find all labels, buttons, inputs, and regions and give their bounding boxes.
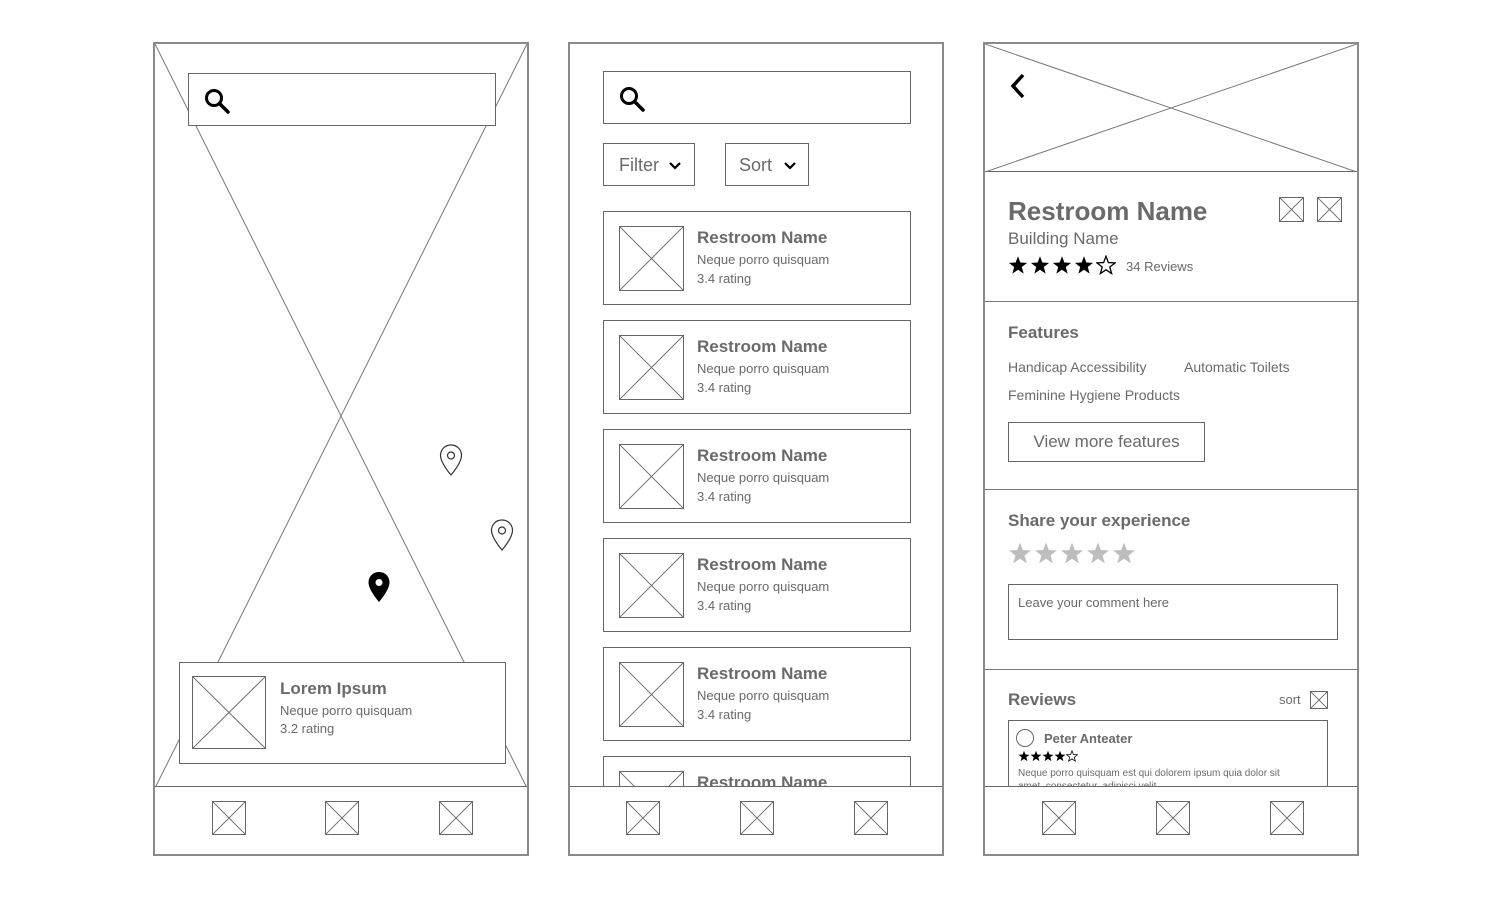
bottom-tab-bar	[985, 786, 1357, 854]
bottom-tab-bar	[570, 786, 942, 854]
reviews-heading: Reviews	[1008, 690, 1077, 709]
bottom-tab-bar	[155, 786, 527, 854]
location-preview-card[interactable]: Lorem Ipsum Neque porro quisquam 3.2 rat…	[179, 662, 506, 764]
map-pin-icon[interactable]	[490, 519, 514, 551]
favorite-icon[interactable]	[1279, 197, 1304, 222]
filter-label: Filter	[619, 155, 659, 175]
image-placeholder-icon	[192, 676, 266, 749]
section-divider	[985, 301, 1357, 302]
tab-icon-2[interactable]	[740, 801, 774, 835]
star-icon	[1074, 256, 1094, 274]
list-item-rating: 3.4 rating	[697, 271, 752, 286]
filter-dropdown[interactable]: Filter	[603, 143, 695, 186]
search-bar[interactable]	[603, 71, 911, 124]
feature-item: Automatic Toilets	[1184, 359, 1290, 375]
back-arrow-icon[interactable]	[1007, 72, 1029, 100]
map-pin-active-icon[interactable]	[367, 571, 391, 603]
list-item-title: Restroom Name	[697, 555, 828, 574]
share-heading: Share your experience	[1008, 511, 1191, 530]
sort-label: Sort	[739, 155, 773, 175]
review-author: Peter Anteater	[1044, 731, 1133, 746]
list-item-rating: 3.4 rating	[697, 380, 752, 395]
feature-item: Feminine Hygiene Products	[1008, 387, 1180, 403]
tab-icon-1[interactable]	[1042, 801, 1076, 835]
list-item-subtitle: Neque porro quisquam	[697, 579, 830, 594]
star-icon[interactable]	[1060, 541, 1084, 565]
list-item-subtitle: Neque porro quisquam	[697, 252, 830, 267]
chevron-down-icon	[669, 162, 681, 170]
card-rating: 3.2 rating	[280, 721, 335, 736]
reviews-count[interactable]: 34 Reviews	[1126, 259, 1193, 274]
section-divider	[985, 489, 1357, 490]
map-pin-icon[interactable]	[439, 444, 463, 476]
search-bar[interactable]	[188, 73, 496, 126]
star-icon	[1030, 750, 1042, 762]
list-item-rating: 3.4 rating	[697, 489, 752, 504]
reviews-sort-label[interactable]: sort	[1279, 692, 1301, 707]
tab-icon-1[interactable]	[212, 801, 246, 835]
hero-image-placeholder	[985, 44, 1357, 172]
comment-placeholder: Leave your comment here	[1018, 595, 1170, 610]
avatar	[1016, 729, 1034, 747]
tab-icon-2[interactable]	[325, 801, 359, 835]
restroom-title: Restroom Name	[1008, 196, 1208, 226]
list-item-title: Restroom Name	[697, 446, 828, 465]
phone-list-screen: Filter Sort Restroom Name Neque porro qu…	[568, 42, 944, 856]
list-item-title: Restroom Name	[697, 337, 828, 356]
search-icon	[620, 87, 645, 112]
features-heading: Features	[1008, 323, 1079, 342]
tab-icon-1[interactable]	[626, 801, 660, 835]
tab-icon-3[interactable]	[1270, 801, 1304, 835]
list-item-title: Restroom Name	[697, 664, 828, 683]
list-item-subtitle: Neque porro quisquam	[697, 688, 830, 703]
chevron-down-icon	[784, 162, 796, 170]
star-icon	[1054, 750, 1066, 762]
star-icon	[1008, 256, 1028, 274]
sort-dropdown[interactable]: Sort	[725, 143, 809, 186]
image-placeholder-icon	[619, 335, 684, 400]
tab-icon-3[interactable]	[854, 801, 888, 835]
list-item-title: Restroom Name	[697, 228, 828, 247]
card-subtitle: Neque porro quisquam	[280, 703, 413, 718]
tab-icon-2[interactable]	[1156, 801, 1190, 835]
list-item-subtitle: Neque porro quisquam	[697, 470, 830, 485]
star-icon	[1018, 750, 1030, 762]
sort-icon[interactable]	[1310, 691, 1328, 709]
list-item[interactable]: Restroom Name Neque porro quisquam 3.4 r…	[603, 429, 911, 523]
star-icon	[1030, 256, 1050, 274]
image-placeholder-icon	[619, 444, 684, 509]
share-icon[interactable]	[1317, 197, 1342, 222]
section-divider	[985, 669, 1357, 670]
list-item[interactable]: Restroom Name Neque porro quisquam 3.4 r…	[603, 320, 911, 414]
phone-map-screen: Lorem Ipsum Neque porro quisquam 3.2 rat…	[153, 42, 529, 856]
image-placeholder-icon	[619, 553, 684, 618]
image-placeholder-icon	[619, 662, 684, 727]
search-icon	[205, 89, 230, 114]
comment-input[interactable]: Leave your comment here	[1008, 584, 1338, 640]
star-icon	[1096, 255, 1116, 275]
list-item-rating: 3.4 rating	[697, 598, 752, 613]
list-item-subtitle: Neque porro quisquam	[697, 361, 830, 376]
review-text: Neque porro quisquam est qui dolorem ips…	[1018, 768, 1280, 779]
list-item[interactable]: Restroom Name Neque porro quisquam 3.4 r…	[603, 538, 911, 632]
phone-detail-screen: Restroom Name Building Name 34 Reviews F…	[983, 42, 1359, 856]
star-icon[interactable]	[1086, 541, 1110, 565]
card-title: Lorem Ipsum	[280, 679, 387, 698]
star-icon	[1066, 750, 1078, 762]
tab-icon-3[interactable]	[439, 801, 473, 835]
star-icon[interactable]	[1112, 541, 1136, 565]
list-item-rating: 3.4 rating	[697, 707, 752, 722]
building-name: Building Name	[1008, 229, 1119, 248]
feature-item: Handicap Accessibility	[1008, 359, 1147, 375]
star-icon[interactable]	[1008, 541, 1032, 565]
star-icon	[1052, 256, 1072, 274]
list-item[interactable]: Restroom Name Neque porro quisquam 3.4 r…	[603, 211, 911, 305]
view-more-features-button[interactable]: View more features	[1008, 422, 1205, 462]
image-placeholder-icon	[619, 226, 684, 291]
list-item[interactable]: Restroom Name Neque porro quisquam 3.4 r…	[603, 647, 911, 741]
star-icon[interactable]	[1034, 541, 1058, 565]
star-icon	[1042, 750, 1054, 762]
